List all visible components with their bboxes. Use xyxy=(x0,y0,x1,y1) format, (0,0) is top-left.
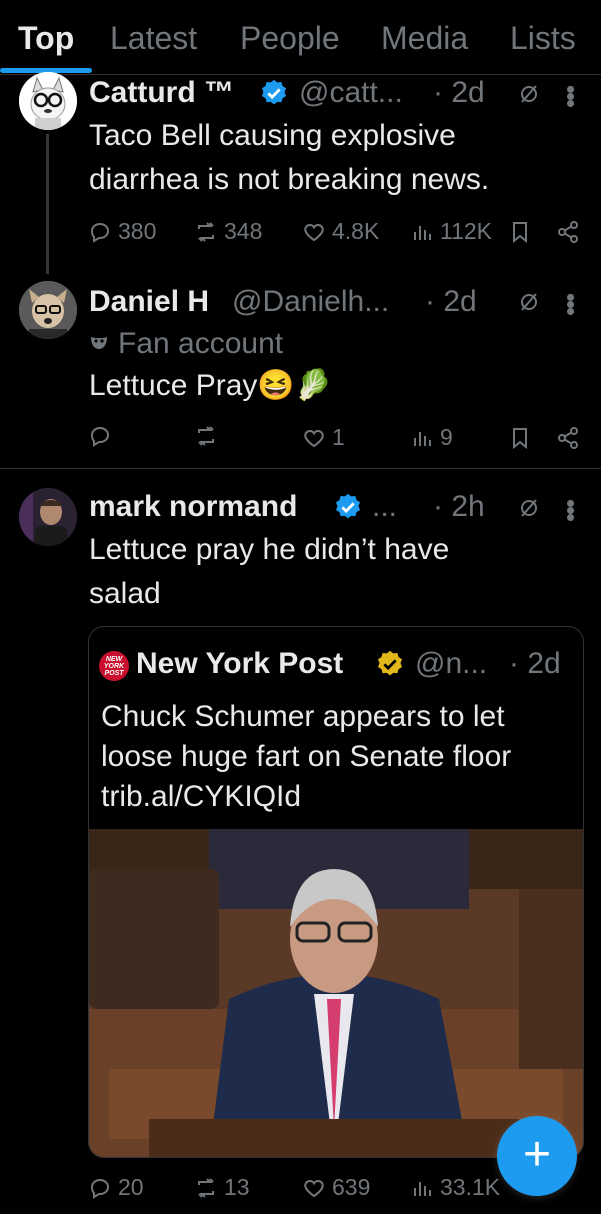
cat-avatar-image xyxy=(19,72,77,130)
author-handle[interactable]: @Danielh... xyxy=(232,285,389,319)
post-actions: 1 9 xyxy=(88,424,588,464)
gold-verified-badge-icon xyxy=(378,650,402,676)
post-divider xyxy=(0,468,601,469)
plus-icon: + xyxy=(522,1128,552,1181)
quoted-post-time[interactable]: · 2d xyxy=(509,647,561,681)
tab-media[interactable]: Media xyxy=(381,20,468,57)
grok-icon[interactable] xyxy=(517,82,541,106)
bookmark-icon[interactable] xyxy=(508,426,532,450)
repost-button[interactable]: 13 xyxy=(194,1174,250,1201)
more-options-icon[interactable]: ••• xyxy=(555,293,586,314)
grok-icon[interactable] xyxy=(517,290,541,314)
reply-button[interactable] xyxy=(88,424,118,448)
views-icon xyxy=(414,1181,431,1196)
like-count: 1 xyxy=(332,424,345,450)
repost-icon xyxy=(198,221,214,242)
reply-icon xyxy=(90,1178,110,1199)
nypost-logo-text: NEW YORK POST xyxy=(103,655,125,677)
compose-button[interactable]: + xyxy=(497,1116,577,1196)
like-button[interactable]: 4.8K xyxy=(302,218,379,245)
views-button[interactable]: 9 xyxy=(410,424,453,451)
tab-people[interactable]: People xyxy=(240,20,340,57)
more-options-icon[interactable]: ••• xyxy=(555,85,586,106)
reply-count: 380 xyxy=(118,218,157,244)
author-handle[interactable]: @catt... xyxy=(299,76,403,110)
share-icon[interactable] xyxy=(556,220,580,244)
more-options-icon[interactable]: ••• xyxy=(555,499,586,520)
heart-icon xyxy=(304,1179,324,1197)
views-count: 9 xyxy=(440,424,453,450)
quoted-post-image[interactable] xyxy=(89,829,583,1157)
views-button[interactable]: 33.1K xyxy=(410,1174,500,1201)
repost-count: 348 xyxy=(224,218,263,244)
thread-connector xyxy=(46,134,49,274)
search-tabs: Top Latest People Media Lists xyxy=(0,0,601,75)
reply-button[interactable]: 380 xyxy=(88,218,156,245)
fan-account-mask-icon xyxy=(91,337,107,349)
verified-badge-icon xyxy=(336,493,360,519)
post-text: Taco Bell causing explosive diarrhea is … xyxy=(89,119,490,196)
share-icon[interactable] xyxy=(556,426,580,450)
author-name[interactable]: mark normand xyxy=(89,490,297,524)
views-icon xyxy=(414,225,431,240)
like-count: 4.8K xyxy=(332,218,380,244)
post-time[interactable]: · 2h xyxy=(433,490,485,524)
post-time[interactable]: · 2d xyxy=(433,76,485,110)
repost-button[interactable]: 348 xyxy=(194,218,262,245)
repost-button[interactable] xyxy=(194,424,224,448)
tab-latest[interactable]: Latest xyxy=(110,20,197,57)
author-name[interactable]: Catturd ™ xyxy=(89,76,234,110)
repost-count: 13 xyxy=(224,1174,250,1200)
views-button[interactable]: 112K xyxy=(410,218,492,245)
quoted-post[interactable]: NEW YORK POST New York Post @n... · 2d C… xyxy=(88,626,584,1158)
tab-top[interactable]: Top xyxy=(18,20,74,57)
repost-icon xyxy=(198,1177,214,1198)
heart-icon xyxy=(304,429,324,447)
views-count: 33.1K xyxy=(440,1174,501,1200)
avatar[interactable] xyxy=(19,72,77,130)
author-handle[interactable]: ... xyxy=(372,490,397,524)
tab-lists[interactable]: Lists xyxy=(510,20,576,57)
author-name[interactable]: Daniel H xyxy=(89,285,209,319)
quoted-author-handle[interactable]: @n... xyxy=(415,647,487,681)
repost-icon xyxy=(198,426,214,446)
post-actions: 380 348 4.8K 112K xyxy=(88,218,588,258)
post-text: Lettuce Pray😆🥬 xyxy=(89,369,333,402)
avatar[interactable] xyxy=(19,488,77,546)
reply-button[interactable]: 20 xyxy=(88,1174,144,1201)
reply-icon xyxy=(90,426,110,447)
person-avatar-image xyxy=(19,488,77,546)
reply-count: 20 xyxy=(118,1174,144,1200)
views-icon xyxy=(414,431,431,446)
quoted-post-text: Chuck Schumer appears to let loose huge … xyxy=(101,700,512,813)
dog-avatar-image xyxy=(19,281,77,339)
heart-icon xyxy=(304,223,324,241)
bookmark-icon[interactable] xyxy=(508,220,532,244)
reply-icon xyxy=(90,222,110,243)
avatar[interactable] xyxy=(19,281,77,339)
nypost-logo: NEW YORK POST xyxy=(99,651,129,681)
views-count: 112K xyxy=(440,218,493,244)
fan-account-label: Fan account xyxy=(118,327,284,360)
like-button[interactable]: 639 xyxy=(302,1174,370,1201)
grok-icon[interactable] xyxy=(517,496,541,520)
like-button[interactable]: 1 xyxy=(302,424,345,451)
verified-badge-icon xyxy=(262,79,286,105)
quoted-author-name[interactable]: New York Post xyxy=(136,647,343,681)
like-count: 639 xyxy=(332,1174,371,1200)
post-time[interactable]: · 2d xyxy=(425,285,477,319)
post-text: Lettuce pray he didn’t have salad xyxy=(89,533,450,610)
